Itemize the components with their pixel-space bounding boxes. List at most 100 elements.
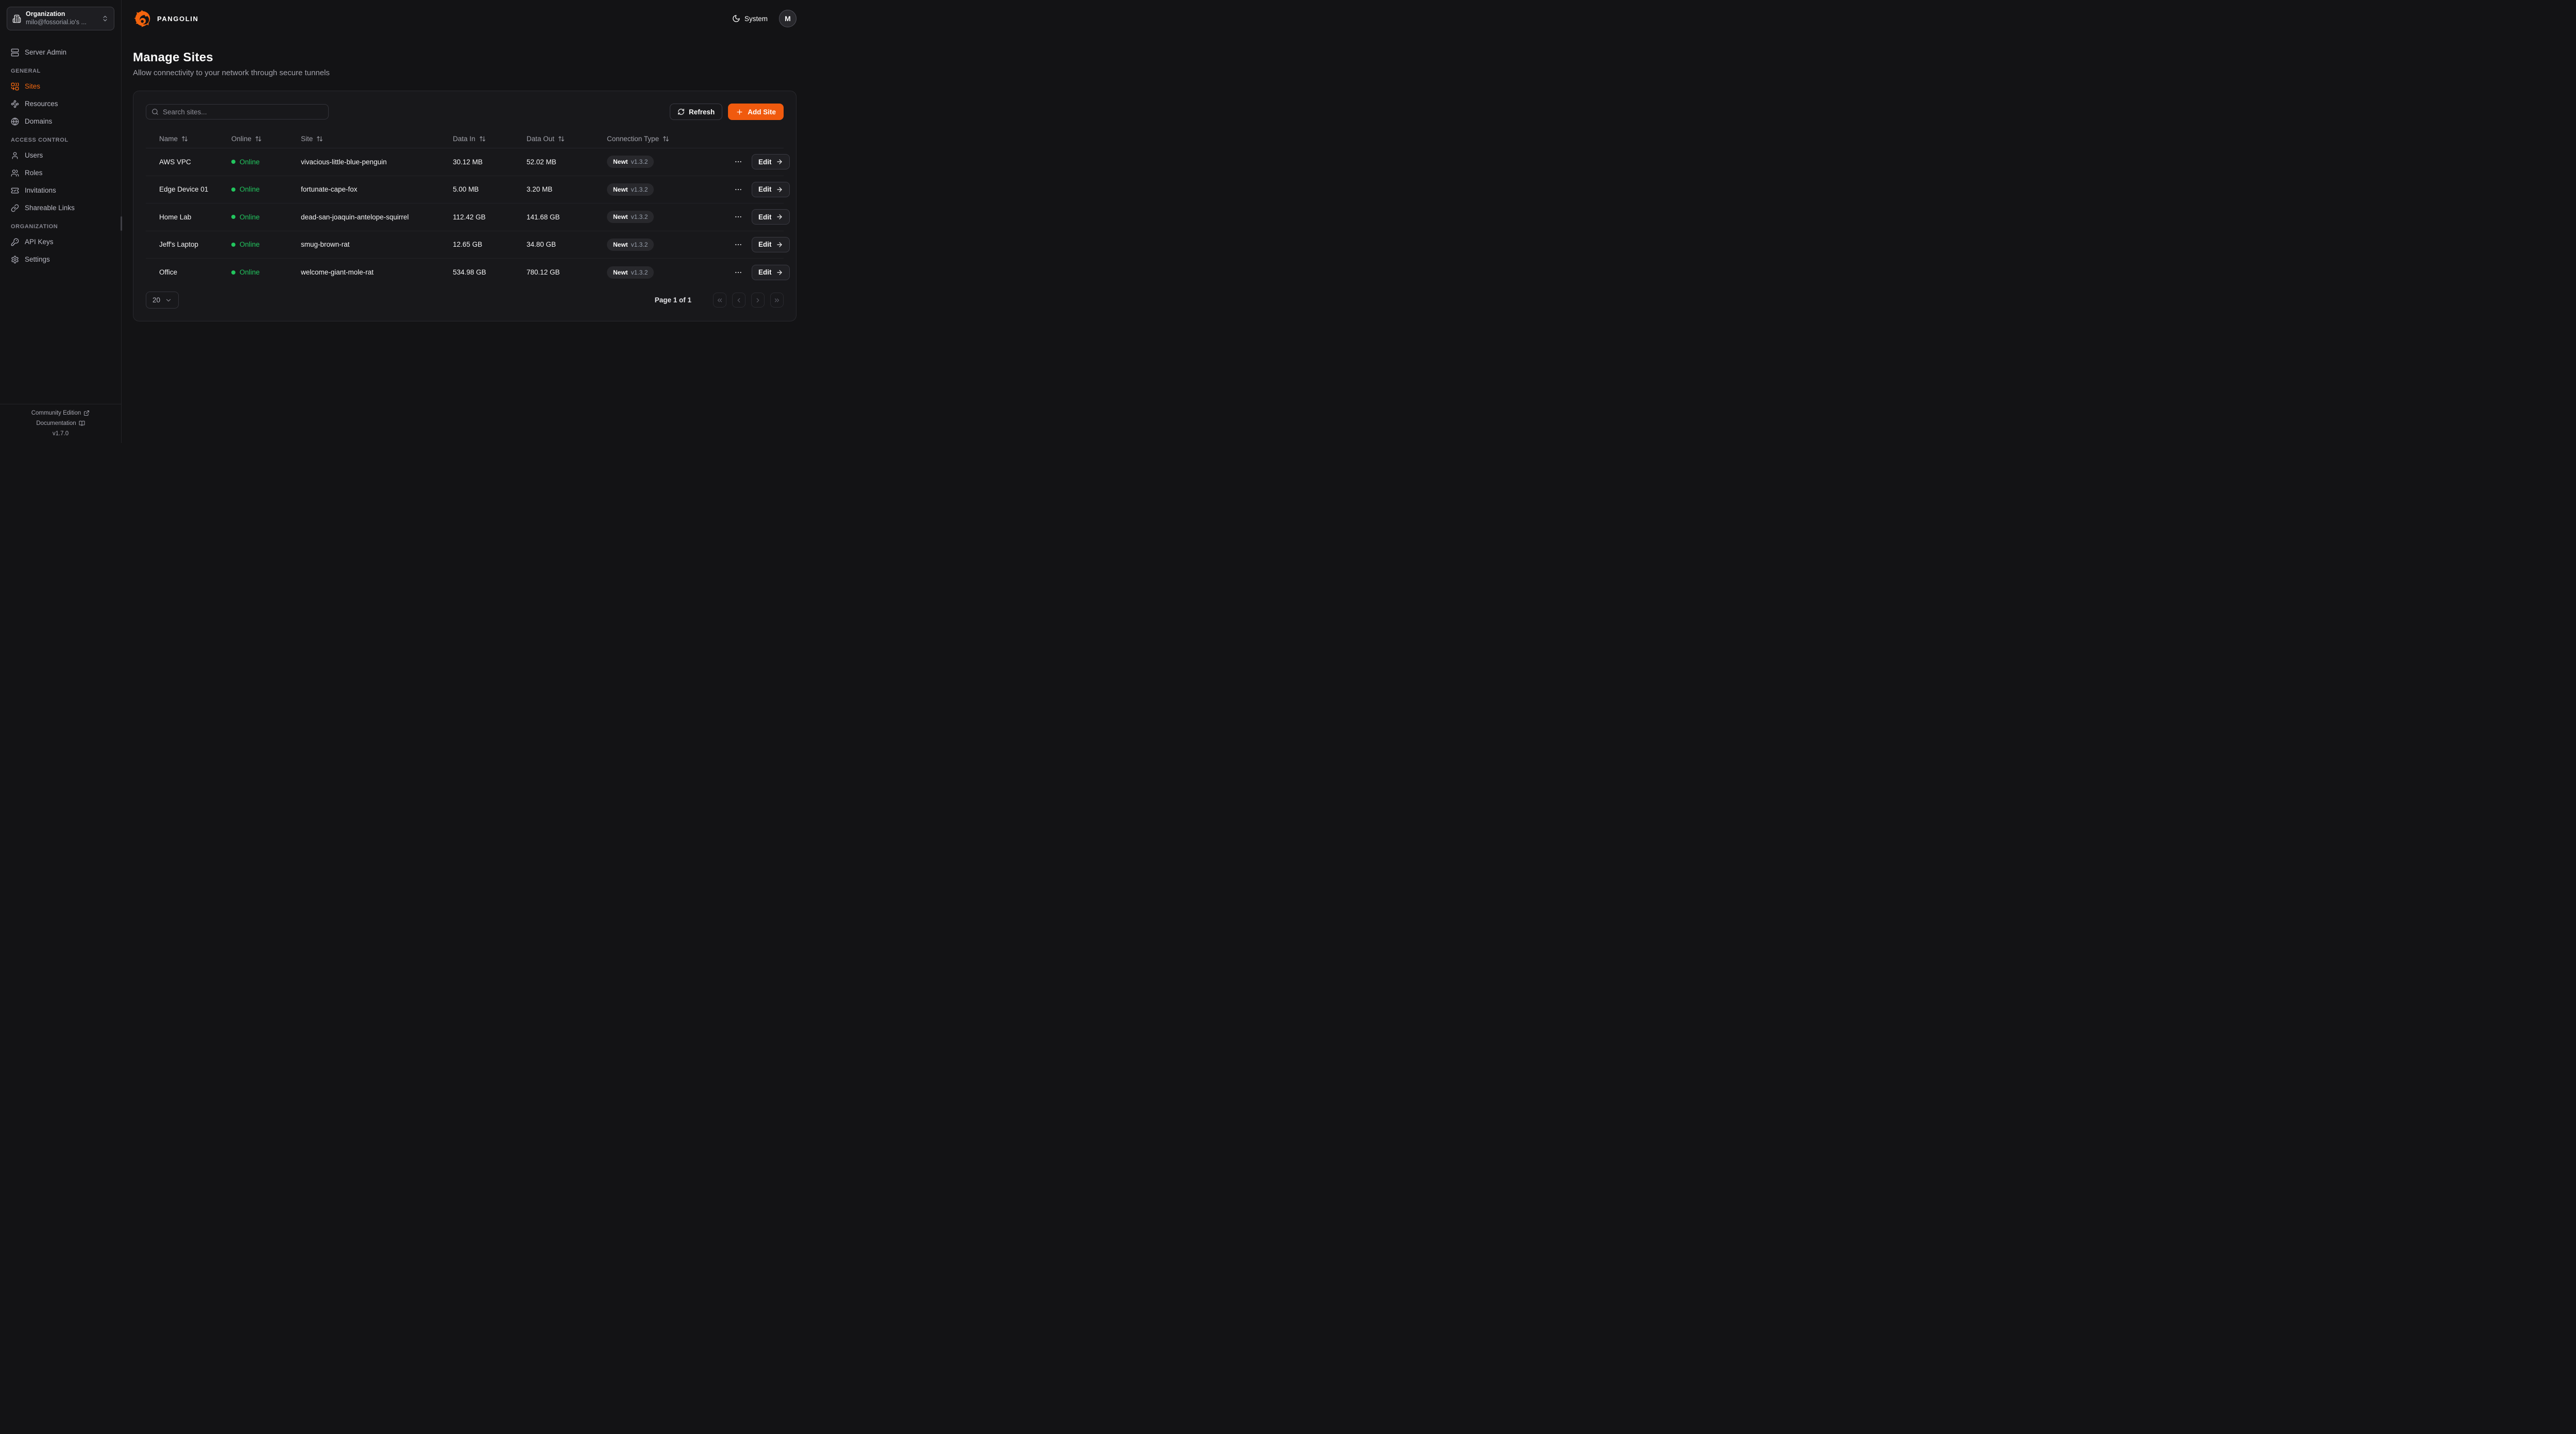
key-icon <box>11 238 19 246</box>
online-status-cell: Online <box>218 213 287 221</box>
sidebar-item-api-keys[interactable]: API Keys <box>7 235 114 249</box>
sidebar-item-invitations[interactable]: Invitations <box>7 183 114 197</box>
table-row: Edge Device 01 Online fortunate-cape-fox… <box>146 176 784 204</box>
column-header-data-in[interactable]: Data In <box>439 135 513 143</box>
building-icon <box>12 14 21 23</box>
sidebar-item-label: Invitations <box>25 186 56 194</box>
next-page-button[interactable] <box>751 293 765 308</box>
edit-button[interactable]: Edit <box>752 182 790 197</box>
sidebar-item-roles[interactable]: Roles <box>7 166 114 180</box>
combine-icon <box>11 82 19 91</box>
sidebar-footer: Community Edition Documentation v1.7.0 <box>0 404 121 443</box>
online-status-dot <box>231 187 235 192</box>
first-page-button[interactable] <box>713 293 726 308</box>
pagination-bar: 20 Page 1 of 1 <box>146 292 784 309</box>
sidebar-item-server-admin[interactable]: Server Admin <box>7 45 114 59</box>
sidebar-item-label: Domains <box>25 117 52 125</box>
sort-icon <box>479 135 486 142</box>
book-open-icon <box>79 420 85 426</box>
add-site-button[interactable]: Add Site <box>728 104 784 120</box>
site-name-cell: Jeff's Laptop <box>146 241 218 248</box>
online-status-dot <box>231 243 235 247</box>
row-menu-button[interactable] <box>732 156 744 168</box>
ticket-check-icon <box>11 186 19 195</box>
refresh-icon <box>677 108 685 115</box>
sidebar-section-organization: ORGANIZATION <box>11 224 110 230</box>
sidebar-item-resources[interactable]: Resources <box>7 97 114 111</box>
ellipsis-icon <box>734 241 742 249</box>
table-row: Home Lab Online dead-san-joaquin-antelop… <box>146 203 784 231</box>
site-id-cell: welcome-giant-mole-rat <box>287 268 439 276</box>
sidebar-item-users[interactable]: Users <box>7 148 114 162</box>
theme-toggle[interactable]: System <box>732 14 768 23</box>
connection-type-cell: Newt v1.3.2 <box>594 183 719 196</box>
search-input[interactable] <box>163 108 323 116</box>
ellipsis-icon <box>734 268 742 277</box>
sidebar-section-access-control: ACCESS CONTROL <box>11 137 110 143</box>
previous-page-button[interactable] <box>732 293 745 308</box>
data-in-cell: 534.98 GB <box>439 268 513 276</box>
column-header-data-out[interactable]: Data Out <box>513 135 594 143</box>
data-out-cell: 52.02 MB <box>513 158 594 166</box>
data-out-cell: 141.68 GB <box>513 213 594 221</box>
sidebar-item-settings[interactable]: Settings <box>7 252 114 266</box>
column-header-name[interactable]: Name <box>146 135 218 143</box>
arrow-right-icon <box>776 158 783 165</box>
connection-type-badge: Newt v1.3.2 <box>607 183 654 196</box>
sidebar-item-sites[interactable]: Sites <box>7 79 114 93</box>
refresh-button[interactable]: Refresh <box>670 104 722 120</box>
data-in-cell: 12.65 GB <box>439 241 513 248</box>
arrow-right-icon <box>776 213 783 220</box>
users-icon <box>11 169 19 177</box>
row-menu-button[interactable] <box>732 211 744 223</box>
edit-button[interactable]: Edit <box>752 154 790 169</box>
last-page-button[interactable] <box>770 293 784 308</box>
sort-icon <box>558 135 565 142</box>
main-area: PANGOLIN System M Manage Sites Allow con… <box>122 0 808 443</box>
sidebar-item-label: Users <box>25 151 43 159</box>
sidebar-item-shareable-links[interactable]: Shareable Links <box>7 201 114 215</box>
sidebar-item-label: Settings <box>25 255 50 263</box>
avatar[interactable]: M <box>779 10 796 27</box>
site-id-cell: dead-san-joaquin-antelope-squirrel <box>287 213 439 221</box>
documentation-link[interactable]: Documentation <box>36 420 84 426</box>
page-info: Page 1 of 1 <box>655 296 691 304</box>
row-menu-button[interactable] <box>732 183 744 196</box>
row-menu-button[interactable] <box>732 238 744 251</box>
column-header-site[interactable]: Site <box>287 135 439 143</box>
edit-button[interactable]: Edit <box>752 209 790 225</box>
row-actions-cell: Edit <box>719 265 791 280</box>
column-header-connection-type[interactable]: Connection Type <box>594 135 719 143</box>
sort-icon <box>181 135 188 142</box>
arrow-right-icon <box>776 186 783 193</box>
page-subtitle: Allow connectivity to your network throu… <box>133 69 796 77</box>
sort-icon <box>663 135 669 142</box>
plus-icon <box>736 108 743 116</box>
edit-button[interactable]: Edit <box>752 237 790 252</box>
edit-button[interactable]: Edit <box>752 265 790 280</box>
row-menu-button[interactable] <box>732 266 744 279</box>
data-out-cell: 3.20 MB <box>513 185 594 193</box>
org-switcher[interactable]: Organization milo@fossorial.io's ... <box>7 7 114 30</box>
community-edition-link[interactable]: Community Edition <box>31 410 90 416</box>
chevrons-right-icon <box>773 297 781 304</box>
sidebar-item-label: Shareable Links <box>25 204 75 212</box>
sidebar-item-label: Resources <box>25 100 58 108</box>
sidebar-item-domains[interactable]: Domains <box>7 114 114 128</box>
page-size-select[interactable]: 20 <box>146 292 179 309</box>
row-actions-cell: Edit <box>719 154 791 169</box>
online-status-dot <box>231 160 235 164</box>
user-icon <box>11 151 19 160</box>
connection-type-badge: Newt v1.3.2 <box>607 266 654 279</box>
column-header-online[interactable]: Online <box>218 135 287 143</box>
org-switcher-label: Organization <box>26 10 97 19</box>
chevron-right-icon <box>754 297 761 304</box>
site-name-cell: Home Lab <box>146 213 218 221</box>
page-title: Manage Sites <box>133 50 796 65</box>
chevrons-left-icon <box>716 297 723 304</box>
ellipsis-icon <box>734 158 742 166</box>
sidebar-item-label: Sites <box>25 82 40 90</box>
online-status-cell: Online <box>218 158 287 166</box>
theme-label: System <box>744 15 768 23</box>
moon-icon <box>732 14 740 23</box>
